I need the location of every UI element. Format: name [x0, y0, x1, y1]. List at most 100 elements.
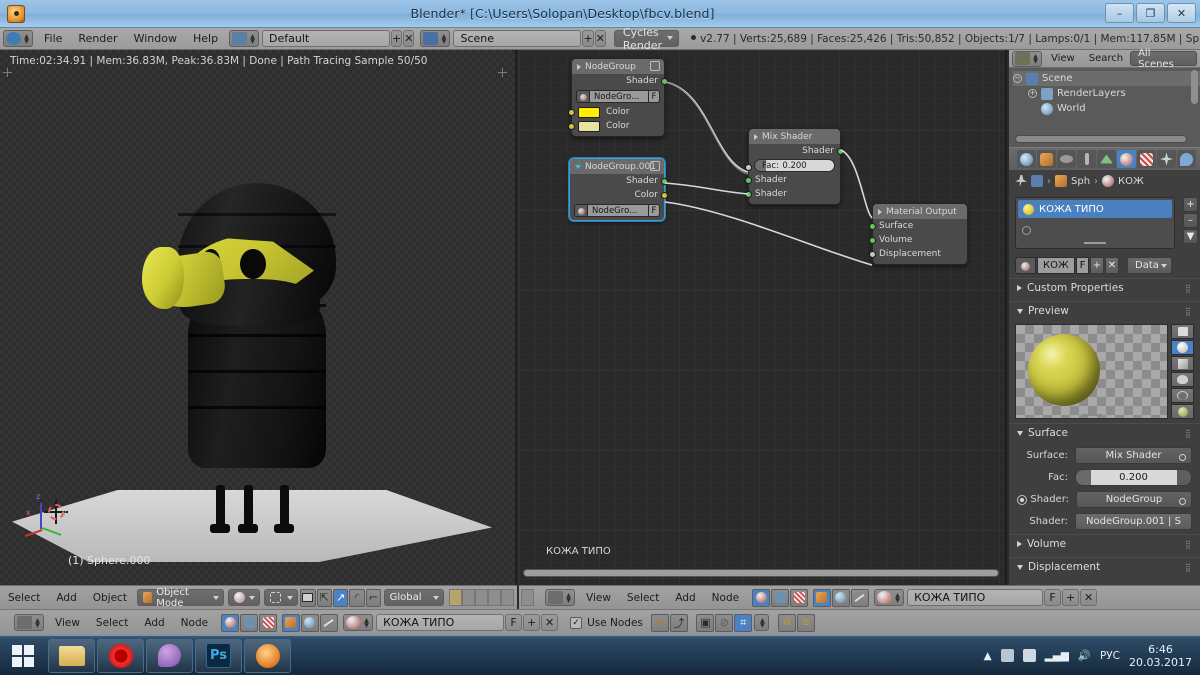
node-input-color-2[interactable]: Color	[568, 119, 664, 133]
antivirus-icon[interactable]	[1000, 649, 1014, 662]
node-header[interactable]: NodeGroup	[572, 59, 664, 74]
preview-resize-grip[interactable]	[1081, 414, 1102, 416]
socket-shader-in-2[interactable]	[745, 190, 752, 198]
node-editor-hscrollbar[interactable]	[523, 569, 999, 577]
screen-layout-field[interactable]: Default	[262, 30, 391, 47]
scale-manipulator-button[interactable]: ⌐	[365, 588, 382, 607]
add-scene-button[interactable]: +	[582, 30, 594, 47]
tab-physics[interactable]	[1177, 150, 1196, 168]
tab-particles[interactable]	[1157, 150, 1176, 168]
bottom-shader-type-button[interactable]	[221, 613, 240, 632]
shader1-dropdown[interactable]: NodeGroup	[1076, 491, 1192, 508]
tab-object[interactable]	[1037, 150, 1056, 168]
new-material-button[interactable]: +	[1090, 257, 1104, 274]
unlink-material-button[interactable]: ✕	[1105, 257, 1119, 274]
linestyle-shader-button[interactable]	[850, 588, 869, 607]
manipulator-toggle-button[interactable]: ⇱	[316, 588, 332, 607]
socket-displacement[interactable]	[869, 250, 876, 258]
compositing-type-button[interactable]	[771, 588, 790, 607]
preview-sphere-sky-button[interactable]	[1171, 404, 1194, 419]
vp-menu-select[interactable]: Select	[0, 586, 48, 609]
pin-icon[interactable]	[1015, 175, 1027, 187]
taskbar-item-opera[interactable]	[97, 638, 144, 673]
socket-color-2[interactable]	[568, 122, 575, 130]
node-nodegroup-001[interactable]: NodeGroup.001 Shader Color NodeGro... F	[569, 158, 668, 221]
maximize-button[interactable]: ❐	[1136, 3, 1165, 23]
node-backdrop-button[interactable]: ▣	[696, 613, 715, 632]
screen-layout-icon-selector[interactable]: ▲ ▼	[229, 30, 260, 47]
network-icon[interactable]	[1022, 649, 1036, 662]
surface-shader-dropdown[interactable]: Mix Shader	[1075, 447, 1192, 464]
group-make-button[interactable]: ⧉	[777, 613, 796, 632]
bottom-world-button[interactable]	[300, 613, 319, 632]
socket-shader-in-1[interactable]	[745, 176, 752, 184]
taskbar-item-blender[interactable]	[244, 638, 291, 673]
material-browse-selector[interactable]: ▲ ▼	[874, 589, 905, 606]
fac-slider[interactable]: Fac: 0.200	[754, 159, 835, 172]
ne-menu-node[interactable]: Node	[704, 586, 747, 609]
checkbox-icon[interactable]: ✓	[570, 616, 583, 629]
node-output-shader[interactable]: Shader	[570, 174, 668, 188]
ne-new-material-button[interactable]: +	[1062, 589, 1080, 606]
slot-list-grip[interactable]	[1084, 242, 1106, 244]
group-edit-button[interactable]: ⧈	[796, 613, 815, 632]
node-group-selector[interactable]: NodeGro... F	[576, 90, 660, 103]
snap-nodes-button[interactable]: ⌗	[734, 613, 753, 632]
outliner-hscrollbar[interactable]	[1015, 135, 1187, 143]
expand-shader-icon[interactable]	[1017, 494, 1027, 505]
rotate-manipulator-button[interactable]: ◜	[349, 588, 365, 607]
node-header[interactable]: NodeGroup.001	[570, 159, 664, 174]
viewport-corner-widget-tr[interactable]	[498, 68, 507, 77]
signal-icon[interactable]: ▂▄▆	[1045, 650, 1069, 662]
outliner-editor[interactable]: ▲ ▼ View Search All Scenes − Scene + Ren…	[1009, 48, 1200, 147]
bottom-menu-view[interactable]: View	[47, 610, 88, 635]
object-shader-button[interactable]	[812, 588, 831, 607]
tab-data[interactable]	[1097, 150, 1116, 168]
bottom-material-name-field[interactable]: КОЖА ТИПО	[376, 614, 505, 631]
color-swatch-1[interactable]	[578, 106, 600, 118]
panel-displacement[interactable]: Displacement ⣿	[1009, 557, 1200, 576]
socket-volume[interactable]	[869, 236, 876, 244]
preview-sphere-button[interactable]	[1171, 340, 1194, 355]
shader2-field[interactable]: NodeGroup.001 | S	[1075, 513, 1192, 530]
outliner-display-mode[interactable]: All Scenes	[1130, 48, 1197, 70]
taskbar-item-viber[interactable]	[146, 638, 193, 673]
node-header[interactable]: Material Output	[873, 204, 967, 219]
socket-shader-out[interactable]	[837, 147, 844, 155]
show-hidden-icons-button[interactable]: ▲	[984, 650, 992, 662]
viewport-corner-widget-tl[interactable]	[3, 68, 12, 77]
bottom-editor-type-selector[interactable]: ▲ ▼	[14, 614, 44, 631]
add-screen-layout-button[interactable]: +	[391, 30, 403, 47]
panel-preview[interactable]: Preview ⣿	[1009, 301, 1200, 320]
add-slot-button[interactable]: +	[1183, 197, 1198, 212]
tab-modifiers[interactable]	[1077, 150, 1096, 168]
socket-color-out[interactable]	[661, 191, 668, 199]
close-button[interactable]: ✕	[1167, 3, 1196, 23]
ne-menu-select[interactable]: Select	[619, 586, 667, 609]
panel-volume[interactable]: Volume ⣿	[1009, 534, 1200, 553]
slot-specials-menu[interactable]: ▼	[1183, 229, 1198, 244]
node-editor[interactable]: NodeGroup Shader NodeGro... F Color Colo…	[519, 50, 1007, 585]
editor-type-selector[interactable]: ▲ ▼	[3, 30, 33, 47]
data-link-dropdown[interactable]: Data	[1127, 257, 1172, 274]
scene-name-field[interactable]: Scene	[453, 30, 582, 47]
pivot-point-dropdown[interactable]	[264, 589, 298, 606]
bottom-compositing-button[interactable]	[240, 613, 259, 632]
use-nodes-toggle[interactable]: ✓ Use Nodes	[570, 616, 643, 629]
ne-menu-add[interactable]: Add	[667, 586, 703, 609]
node-input-displacement[interactable]: Displacement	[869, 247, 967, 261]
collapse-arrow-icon[interactable]	[575, 164, 581, 169]
node-group-icon[interactable]	[650, 161, 660, 171]
texture-type-button[interactable]	[790, 588, 809, 607]
scene-icon-selector[interactable]: ▲ ▼	[420, 30, 451, 47]
menu-window[interactable]: Window	[126, 28, 185, 50]
preview-hair-button[interactable]	[1171, 388, 1194, 403]
material-slot-list[interactable]: КОЖА ТИПО	[1015, 197, 1175, 249]
bottom-menu-select[interactable]: Select	[88, 610, 136, 635]
expand-icon[interactable]: +	[1028, 89, 1037, 98]
bottom-unlink-button[interactable]: ✕	[541, 614, 559, 631]
minimize-button[interactable]: –	[1105, 3, 1134, 23]
snap-toggle-button[interactable]	[300, 588, 316, 607]
socket-shader-out[interactable]	[661, 77, 668, 85]
preview-monkey-button[interactable]	[1171, 372, 1194, 387]
